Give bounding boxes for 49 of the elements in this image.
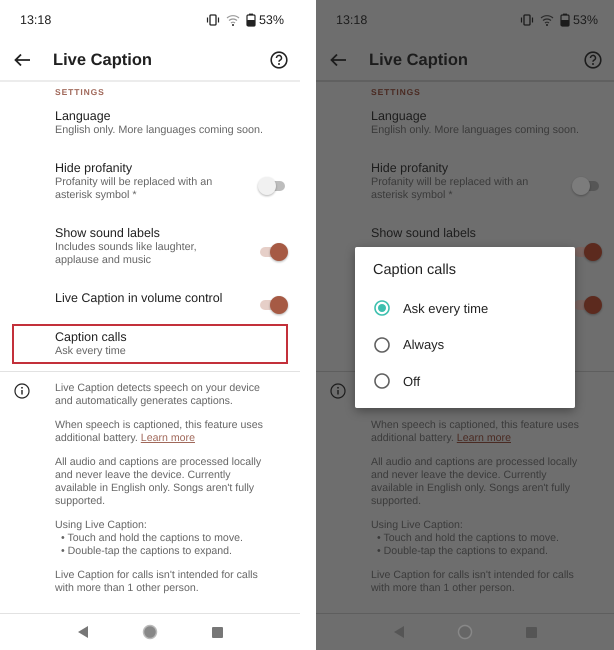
section-header: SETTINGS (371, 87, 421, 97)
help-icon[interactable] (270, 51, 288, 69)
battery-icon (246, 13, 256, 27)
info-text: All audio and captions are processed locally and never leave the device. Currently available in English only. Songs aren't fully supported. (55, 456, 262, 508)
setting-subtitle: Includes sounds like laughter, applause and music (55, 241, 198, 267)
page-title: Live Caption (53, 50, 154, 70)
info-text: When speech is captioned, this feature uses additional battery. Learn more (55, 419, 264, 445)
bullet-item: • Double-tap the captions to expand. (60, 545, 233, 558)
option-label[interactable]: Ask every time (403, 300, 488, 316)
battery-icon (560, 13, 570, 27)
dialog-title: Caption calls (373, 262, 456, 278)
usage-heading: Using Live Caption: (55, 519, 148, 532)
vibrate-icon (206, 13, 220, 27)
page-title: Live Caption (369, 50, 470, 70)
setting-subtitle: English only. More languages coming soon. (55, 124, 264, 137)
radio-button[interactable] (374, 373, 390, 390)
wifi-icon (540, 13, 554, 27)
status-time: 13:18 (20, 13, 52, 27)
battery-level: 53% (572, 13, 598, 27)
toggle-switch[interactable] (258, 294, 288, 314)
setting-subtitle: Ask every time (55, 345, 127, 358)
toggle-switch[interactable] (572, 242, 602, 262)
toggle-switch[interactable] (572, 294, 602, 314)
bullet-item: • Touch and hold the captions to move. (60, 532, 244, 545)
toggle-switch[interactable] (258, 242, 288, 262)
radio-button[interactable] (374, 336, 390, 353)
option-label[interactable]: Off (403, 374, 420, 389)
radio-button[interactable] (374, 300, 390, 316)
setting-title[interactable]: Show sound labels (55, 226, 241, 241)
battery-level: 53% (258, 13, 284, 27)
wifi-icon (226, 13, 240, 27)
option-label[interactable]: Always (403, 337, 444, 352)
info-text: Live Caption for calls isn't intended for calls with more than 1 other person. (55, 569, 259, 595)
section-header: SETTINGS (55, 87, 105, 97)
setting-title[interactable]: Language (55, 109, 288, 124)
setting-title[interactable]: Caption calls (55, 330, 286, 345)
status-time: 13:18 (336, 13, 368, 27)
nav-recents-icon[interactable] (210, 626, 224, 638)
setting-subtitle: Profanity will be replaced with an asterisk symbol * (55, 176, 214, 202)
back-icon[interactable] (13, 51, 32, 69)
learn-more-link[interactable]: Learn more (140, 432, 195, 444)
info-icon (330, 383, 346, 399)
nav-back-icon[interactable] (76, 624, 90, 640)
vibrate-icon (520, 13, 534, 27)
info-icon (14, 383, 30, 399)
info-text: Live Caption detects speech on your device and automatically generates captions. (55, 382, 261, 408)
nav-home-icon[interactable] (142, 624, 158, 640)
setting-title[interactable]: Live Caption in volume control (55, 291, 241, 306)
setting-title[interactable]: Hide profanity (55, 161, 241, 176)
